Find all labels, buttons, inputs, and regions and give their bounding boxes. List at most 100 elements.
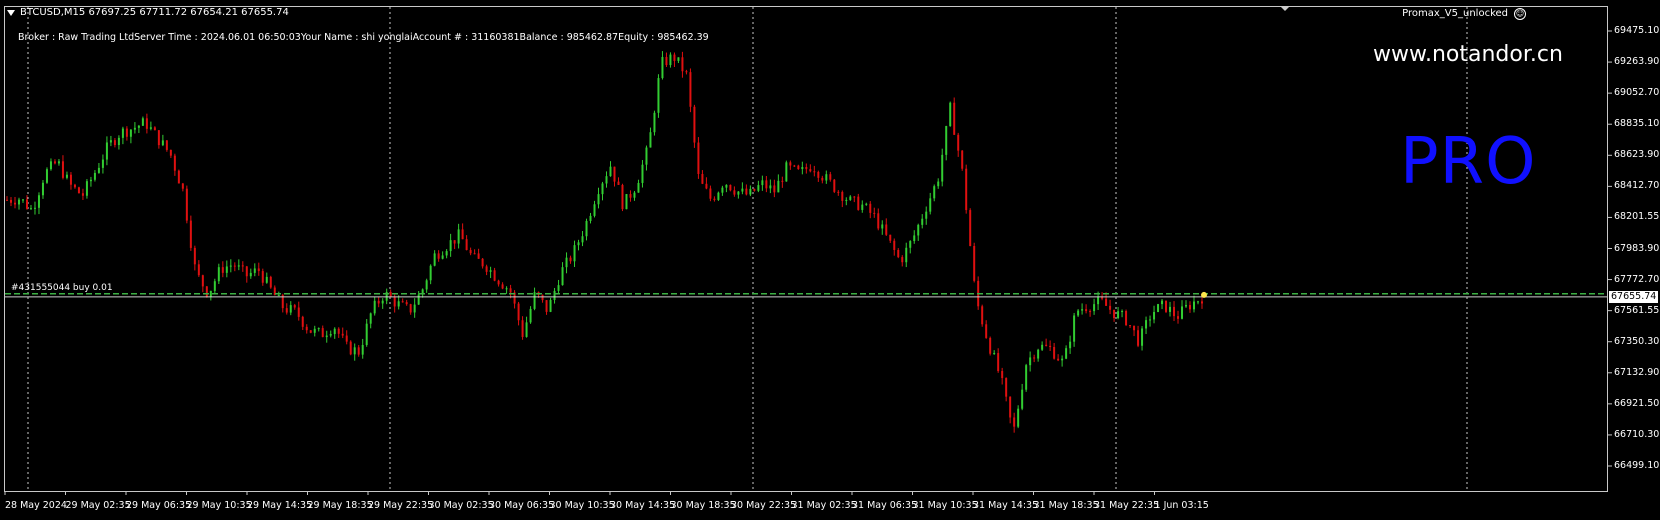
- candle-body: [1041, 344, 1044, 350]
- candle-body: [697, 142, 700, 174]
- candle-body: [693, 106, 696, 143]
- candle-body: [65, 174, 68, 178]
- candle-body: [453, 240, 456, 244]
- time-label: 31 May 18:35: [1033, 500, 1099, 511]
- price-label: 66499.10: [1614, 460, 1660, 471]
- candle-body: [209, 290, 212, 297]
- candle-body: [997, 353, 1000, 372]
- candle-body: [49, 161, 52, 170]
- candle-body: [337, 328, 340, 334]
- candle-body: [773, 185, 776, 193]
- candle-body: [569, 257, 572, 262]
- candle-body: [733, 190, 736, 195]
- candle-body: [349, 341, 352, 355]
- candle-body: [557, 285, 560, 291]
- candle-body: [1009, 396, 1012, 418]
- candle-body: [477, 253, 480, 259]
- candle-body: [861, 204, 864, 210]
- candle-body: [801, 166, 804, 170]
- candle-body: [1017, 408, 1020, 427]
- candle-body: [1133, 325, 1136, 331]
- candle-body: [597, 194, 600, 205]
- candle-body: [617, 181, 620, 185]
- candle-body: [873, 212, 876, 214]
- candle-body: [1021, 389, 1024, 409]
- candle-body: [469, 250, 472, 254]
- time-label: 30 May 22:35: [731, 500, 797, 511]
- candle-body: [413, 304, 416, 313]
- candle-body: [841, 191, 844, 201]
- candle-body: [969, 210, 972, 246]
- collapse-arrow-icon[interactable]: [1280, 6, 1290, 11]
- time-label: 29 May 22:35: [368, 500, 434, 511]
- candle-body: [905, 247, 908, 263]
- candle-body: [921, 218, 924, 225]
- dropdown-arrow-icon[interactable]: [7, 10, 15, 16]
- candle-body: [741, 188, 744, 192]
- candle-body: [933, 186, 936, 199]
- candle-body: [961, 150, 964, 169]
- candle-body: [1169, 306, 1172, 312]
- candle-body: [313, 328, 316, 333]
- candle-body: [333, 328, 336, 335]
- candle-body: [553, 290, 556, 300]
- candle-body: [89, 179, 92, 182]
- candle-body: [1025, 365, 1028, 390]
- candle-body: [685, 71, 688, 73]
- price-label: 67983.90: [1614, 242, 1660, 254]
- candle-body: [233, 265, 236, 267]
- candle-body: [481, 258, 484, 267]
- candle-body: [97, 167, 100, 173]
- candle-body: [341, 333, 344, 336]
- candle-body: [529, 308, 532, 323]
- candle-body: [1105, 298, 1108, 306]
- candle-body: [957, 134, 960, 151]
- candle-body: [29, 208, 32, 210]
- candle-body: [689, 72, 692, 107]
- candle-body: [109, 140, 112, 143]
- candle-body: [889, 234, 892, 241]
- time-label: 30 May 14:35: [610, 500, 676, 511]
- candle-body: [445, 251, 448, 256]
- candle-body: [789, 162, 792, 166]
- candle-body: [981, 306, 984, 325]
- candle-body: [573, 245, 576, 262]
- candle-body: [973, 245, 976, 281]
- candle-body: [965, 168, 968, 211]
- candle-body: [245, 266, 248, 277]
- candle-body: [53, 161, 56, 164]
- candle-body: [193, 247, 196, 265]
- candle-body: [21, 199, 24, 201]
- candle-body: [409, 304, 412, 313]
- candle-body: [405, 302, 408, 305]
- candle-body: [129, 129, 132, 137]
- candle-body: [381, 300, 384, 304]
- price-chart[interactable]: [0, 0, 1660, 520]
- candle-body: [717, 192, 720, 200]
- candle-body: [1073, 315, 1076, 342]
- candle-body: [1121, 311, 1124, 313]
- smiley-icon[interactable]: ☺: [1514, 8, 1526, 20]
- candle-body: [1193, 301, 1196, 310]
- candle-body: [509, 288, 512, 293]
- candle-body: [621, 184, 624, 210]
- candle-body: [277, 295, 280, 297]
- candle-body: [9, 199, 12, 203]
- candle-body: [241, 265, 244, 267]
- candle-body: [853, 196, 856, 198]
- candle-body: [121, 128, 124, 138]
- candle-body: [925, 211, 928, 219]
- candle-body: [13, 202, 16, 205]
- time-label: 29 May 14:35: [247, 500, 313, 511]
- time-label: 31 May 02:35: [791, 500, 857, 511]
- time-label: 30 May 18:35: [670, 500, 736, 511]
- chart-window[interactable]: BTCUSD,M15 67697.25 67711.72 67654.21 67…: [0, 0, 1660, 520]
- candle-body: [225, 266, 228, 273]
- candle-body: [221, 267, 224, 273]
- candle-body: [549, 299, 552, 312]
- price-label: 68623.90: [1614, 149, 1660, 161]
- candle-body: [293, 305, 296, 308]
- candle-body: [893, 240, 896, 250]
- order-line-label[interactable]: #431555044 buy 0.01: [11, 283, 113, 293]
- candle-body: [753, 188, 756, 191]
